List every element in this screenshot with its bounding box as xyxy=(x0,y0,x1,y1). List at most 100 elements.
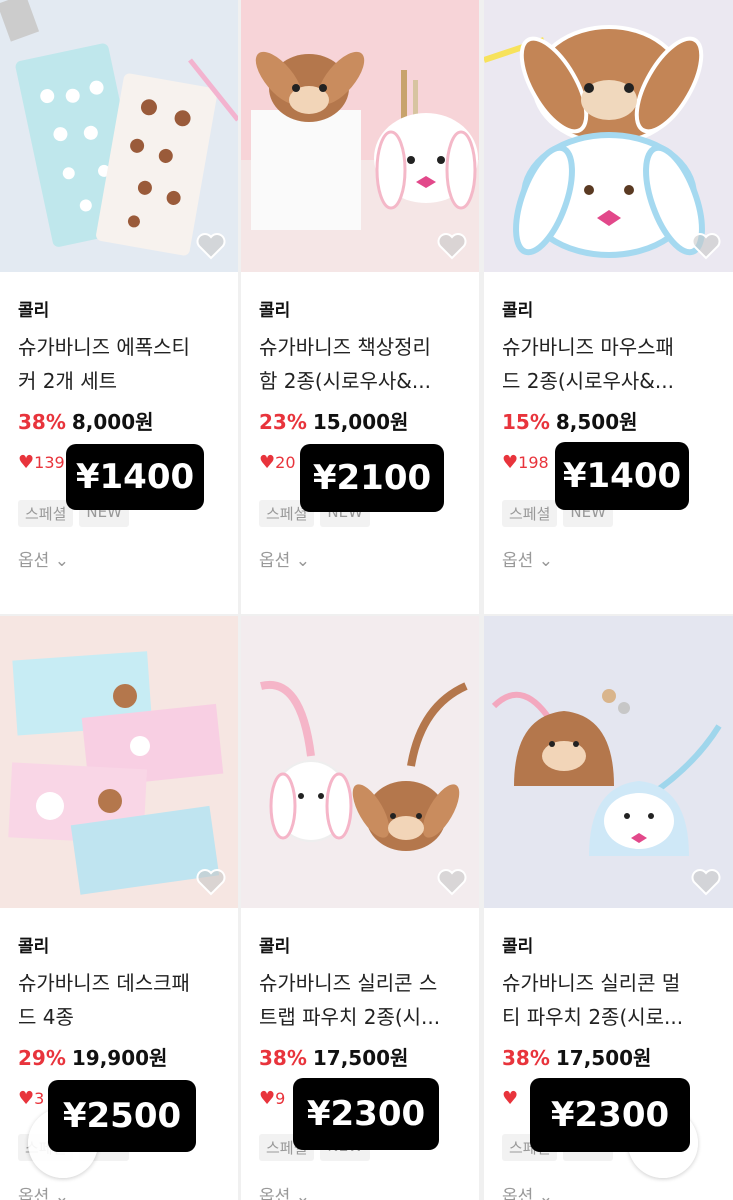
brand-name: 콜리 xyxy=(18,301,50,321)
title-line: 드 4종 xyxy=(18,1005,74,1029)
heart-filled-icon: ♥ xyxy=(502,1088,519,1109)
chevron-down-icon: ⌄ xyxy=(295,1187,310,1200)
discount-rate: 38% xyxy=(502,1046,550,1070)
option-toggle[interactable]: 옵션 ⌄ xyxy=(259,546,310,571)
price-row: 38% 17,500원 xyxy=(502,1042,651,1071)
product-title[interactable]: 슈가바니즈 마우스패드 2종(시로우사&... xyxy=(502,330,712,398)
title-line: 티 파우치 2종(시로... xyxy=(502,1005,684,1029)
title-line: 슈가바니즈 마우스패 xyxy=(502,335,674,359)
product-image-multi-pouch[interactable] xyxy=(484,616,733,908)
title-line: 커 2개 세트 xyxy=(18,369,118,393)
yen-price-badge: ¥1400 xyxy=(555,442,689,510)
title-line: 트랩 파우치 2종(시... xyxy=(259,1005,441,1029)
price: 19,900원 xyxy=(71,1046,168,1070)
option-toggle[interactable]: 옵션 ⌄ xyxy=(18,1182,69,1200)
discount-rate: 23% xyxy=(259,410,307,434)
heart-filled-icon: ♥ xyxy=(18,1088,35,1109)
brand-name: 콜리 xyxy=(18,937,50,957)
wishlist-heart-icon[interactable] xyxy=(437,868,467,896)
product-image-epoxy-sticker[interactable] xyxy=(0,0,238,272)
wishlist-heart-icon[interactable] xyxy=(437,232,467,260)
product-title[interactable]: 슈가바니즈 데스크패드 4종 xyxy=(18,966,228,1034)
yen-price-badge: ¥2300 xyxy=(530,1078,690,1152)
like-count-value: 20 xyxy=(275,453,296,472)
title-line: 드 2종(시로우사&... xyxy=(502,369,674,393)
title-line: 슈가바니즈 실리콘 스 xyxy=(259,971,438,995)
wishlist-heart-icon[interactable] xyxy=(691,232,721,260)
brand-name: 콜리 xyxy=(259,301,291,321)
price-row: 38% 17,500원 xyxy=(259,1042,408,1071)
price-row: 38% 8,000원 xyxy=(18,406,154,435)
discount-rate: 29% xyxy=(18,1046,66,1070)
brand-name: 콜리 xyxy=(502,937,534,957)
product-image-strap-pouch[interactable] xyxy=(241,616,479,908)
chevron-down-icon: ⌄ xyxy=(295,551,310,571)
title-line: 슈가바니즈 에폭스티 xyxy=(18,335,190,359)
product-image-desk-organizer[interactable] xyxy=(241,0,479,272)
yen-price-badge: ¥2500 xyxy=(48,1080,196,1152)
product-image-mousepad[interactable] xyxy=(484,0,733,272)
product-title[interactable]: 슈가바니즈 실리콘 스트랩 파우치 2종(시... xyxy=(259,966,469,1034)
option-label: 옵션 xyxy=(259,1187,291,1200)
option-toggle[interactable]: 옵션 ⌄ xyxy=(18,546,69,571)
brand-name: 콜리 xyxy=(259,937,291,957)
wishlist-heart-icon[interactable] xyxy=(691,868,721,896)
price-row: 23% 15,000원 xyxy=(259,406,408,435)
heart-filled-icon: ♥ xyxy=(259,1088,276,1109)
option-label: 옵션 xyxy=(502,551,534,571)
like-count-value: 139 xyxy=(34,453,65,472)
product-card[interactable]: 콜리 슈가바니즈 마우스패드 2종(시로우사&... 15% 8,500원 ♥19… xyxy=(484,0,733,614)
price: 8,000원 xyxy=(71,410,154,434)
option-toggle[interactable]: 옵션 ⌄ xyxy=(502,1182,553,1200)
option-label: 옵션 xyxy=(502,1187,534,1200)
like-count: ♥3 xyxy=(18,1088,44,1109)
price: 15,000원 xyxy=(312,410,409,434)
option-label: 옵션 xyxy=(259,551,291,571)
option-toggle[interactable]: 옵션 ⌄ xyxy=(259,1182,310,1200)
price-row: 15% 8,500원 xyxy=(502,406,638,435)
option-label: 옵션 xyxy=(18,551,50,571)
product-card[interactable]: 콜리 슈가바니즈 책상정리 함 2종(시로우사&... 23% 15,000원 ♥2… xyxy=(241,0,479,614)
like-count-value: 9 xyxy=(275,1089,286,1108)
product-title[interactable]: 슈가바니즈 에폭스티커 2개 세트 xyxy=(18,330,228,398)
product-card[interactable]: 콜리 슈가바니즈 에폭스티 커 2개 세트 38% 8,000원 ♥139 스페셜 N… xyxy=(0,0,238,614)
chevron-down-icon: ⌄ xyxy=(54,1187,69,1200)
title-line: 함 2종(시로우사&... xyxy=(259,369,431,393)
discount-rate: 38% xyxy=(259,1046,307,1070)
like-count: ♥ xyxy=(502,1088,518,1109)
tag-special: 스페셜 xyxy=(18,500,74,527)
product-title[interactable]: 슈가바니즈 실리콘 멀티 파우치 2종(시로... xyxy=(502,966,712,1034)
chevron-down-icon: ⌄ xyxy=(538,551,553,571)
wishlist-heart-icon[interactable] xyxy=(196,868,226,896)
price: 17,500원 xyxy=(312,1046,409,1070)
price: 17,500원 xyxy=(555,1046,652,1070)
like-count-value: 3 xyxy=(34,1089,45,1108)
discount-rate: 15% xyxy=(502,410,550,434)
title-line: 슈가바니즈 데스크패 xyxy=(18,971,190,995)
brand-name: 콜리 xyxy=(502,301,534,321)
like-count: ♥139 xyxy=(18,452,65,473)
option-toggle[interactable]: 옵션 ⌄ xyxy=(502,546,553,571)
yen-price-badge: ¥1400 xyxy=(66,444,204,510)
heart-filled-icon: ♥ xyxy=(502,452,519,473)
like-count: ♥9 xyxy=(259,1088,285,1109)
price-row: 29% 19,900원 xyxy=(18,1042,167,1071)
heart-filled-icon: ♥ xyxy=(259,452,276,473)
yen-price-badge: ¥2300 xyxy=(293,1078,439,1150)
product-title[interactable]: 슈가바니즈 책상정리함 2종(시로우사&... xyxy=(259,330,469,398)
price: 8,500원 xyxy=(555,410,638,434)
product-image-desk-pad[interactable] xyxy=(0,616,238,908)
title-line: 슈가바니즈 실리콘 멀 xyxy=(502,971,681,995)
tag-special: 스페셜 xyxy=(502,500,558,527)
chevron-down-icon: ⌄ xyxy=(538,1187,553,1200)
discount-rate: 38% xyxy=(18,410,66,434)
like-count: ♥20 xyxy=(259,452,296,473)
chevron-down-icon: ⌄ xyxy=(54,551,69,571)
wishlist-heart-icon[interactable] xyxy=(196,232,226,260)
like-count-value: 198 xyxy=(518,453,549,472)
like-count: ♥198 xyxy=(502,452,549,473)
option-label: 옵션 xyxy=(18,1187,50,1200)
yen-price-badge: ¥2100 xyxy=(300,444,444,512)
heart-filled-icon: ♥ xyxy=(18,452,35,473)
title-line: 슈가바니즈 책상정리 xyxy=(259,335,431,359)
